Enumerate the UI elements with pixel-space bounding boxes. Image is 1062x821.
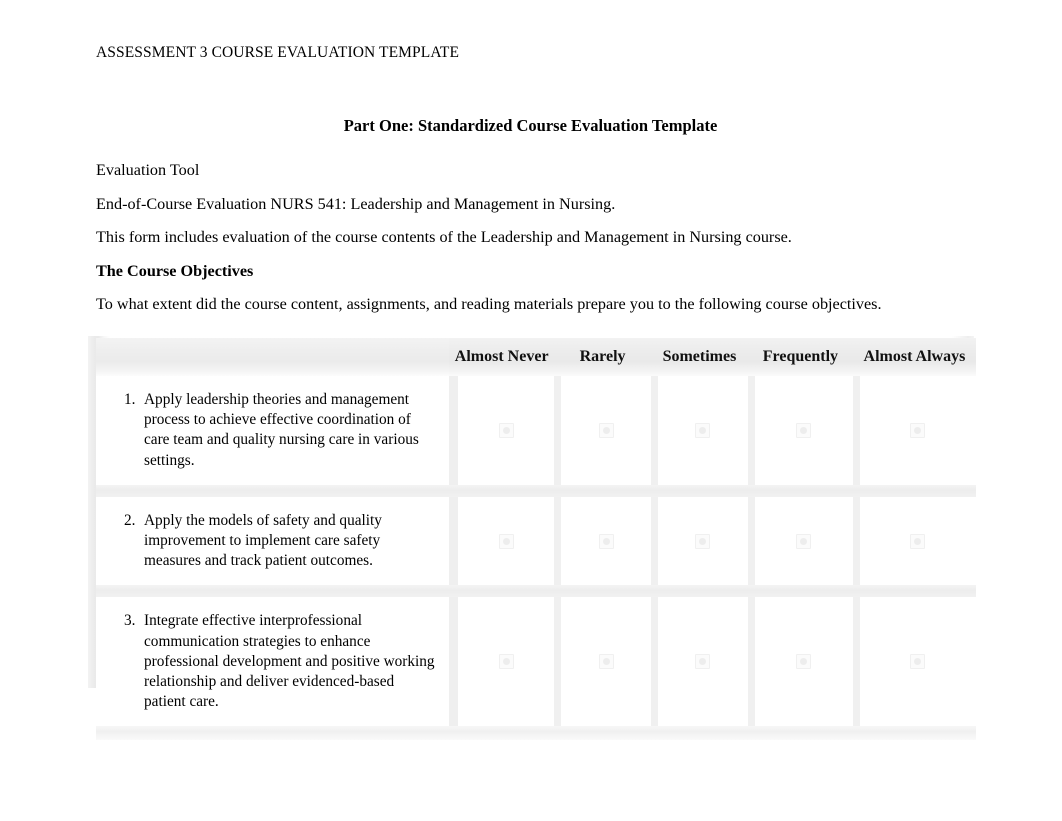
objective-cell-3: 3. Integrate effective interprofessional… [96, 597, 450, 727]
page-title: Part One: Standardized Course Evaluation… [343, 116, 718, 135]
rating-cell-3-frequently[interactable] [747, 597, 853, 727]
rating-cell-3-rarely[interactable] [554, 597, 652, 727]
rating-cell-3-sometimes[interactable] [651, 597, 748, 727]
paragraph-evaluation-tool: Evaluation Tool [96, 160, 200, 179]
row-divider [96, 484, 976, 497]
table-row: 3. Integrate effective interprofessional… [96, 597, 976, 727]
radio-button-icon[interactable] [695, 654, 711, 670]
rating-cell-2-frequently[interactable] [747, 496, 853, 586]
table-header: Almost Never Rarely Sometimes Frequently… [96, 338, 976, 376]
objective-cell-1: 1. Apply leadership theories and managem… [96, 376, 450, 485]
table-header-row: Almost Never Rarely Sometimes Frequently… [96, 338, 976, 376]
objective-number-1: 1. [124, 391, 136, 408]
objective-number-2: 2. [124, 511, 136, 529]
radio-button-icon[interactable] [910, 422, 926, 438]
rating-cell-1-almost-never[interactable] [449, 376, 555, 485]
objective-text-2: Apply the models of safety and quality i… [144, 511, 382, 570]
row-divider [96, 585, 976, 598]
radio-button-icon[interactable] [796, 533, 812, 549]
rating-cell-2-sometimes[interactable] [651, 496, 748, 586]
radio-button-icon[interactable] [796, 422, 812, 438]
objective-number-3: 3. [124, 612, 136, 630]
column-header-almost-never: Almost Never [449, 338, 555, 376]
course-objectives-table: Almost Never Rarely Sometimes Frequently… [96, 338, 976, 741]
radio-button-icon[interactable] [910, 533, 926, 549]
rating-cell-1-rarely[interactable] [554, 376, 652, 485]
radio-button-icon[interactable] [695, 422, 711, 438]
row-divider-fill [96, 585, 976, 598]
rating-cell-1-almost-always[interactable] [852, 376, 976, 485]
radio-button-icon[interactable] [498, 422, 514, 438]
column-header-objective [96, 338, 450, 376]
column-header-rarely: Rarely [554, 338, 652, 376]
objectives-lead-in-text: To what extent did the course content, a… [96, 295, 882, 314]
table-bottom-edge [96, 726, 976, 741]
row-divider-fill [96, 484, 976, 497]
column-header-frequently: Frequently [747, 338, 853, 376]
radio-button-icon[interactable] [796, 654, 812, 670]
paragraph-course-identifier: End-of-Course Evaluation NURS 541: Leade… [96, 194, 616, 213]
rating-cell-3-almost-always[interactable] [852, 597, 976, 727]
document-page: ASSESSMENT 3 COURSE EVALUATION TEMPLATE … [0, 0, 1062, 821]
rating-cell-3-almost-never[interactable] [449, 597, 555, 727]
paragraph-form-description: This form includes evaluation of the cou… [96, 228, 792, 247]
objective-text-1: Apply leadership theories and management… [144, 391, 419, 469]
table-bottom-edge-fill [96, 726, 976, 741]
course-objectives-table-container: Almost Never Rarely Sometimes Frequently… [88, 336, 976, 741]
table-row: 1. Apply leadership theories and managem… [96, 376, 976, 485]
radio-button-icon[interactable] [598, 654, 614, 670]
rating-cell-2-rarely[interactable] [554, 496, 652, 586]
document-body: Part One: Standardized Course Evaluation… [96, 116, 968, 330]
rating-cell-1-frequently[interactable] [747, 376, 853, 485]
objective-text-3: Integrate effective interprofessional co… [144, 612, 435, 711]
radio-button-icon[interactable] [498, 654, 514, 670]
radio-button-icon[interactable] [498, 533, 514, 549]
radio-button-icon[interactable] [598, 422, 614, 438]
radio-button-icon[interactable] [598, 533, 614, 549]
rating-cell-2-almost-never[interactable] [449, 496, 555, 586]
objective-cell-2: 2. Apply the models of safety and qualit… [96, 496, 450, 586]
column-header-sometimes: Sometimes [651, 338, 748, 376]
running-header: ASSESSMENT 3 COURSE EVALUATION TEMPLATE [96, 44, 460, 61]
table-body: 1. Apply leadership theories and managem… [96, 376, 976, 741]
rating-cell-1-sometimes[interactable] [651, 376, 748, 485]
section-heading-course-objectives: The Course Objectives [96, 261, 254, 280]
rating-cell-2-almost-always[interactable] [852, 496, 976, 586]
radio-button-icon[interactable] [910, 654, 926, 670]
table-row: 2. Apply the models of safety and qualit… [96, 496, 976, 586]
radio-button-icon[interactable] [695, 533, 711, 549]
column-header-almost-always: Almost Always [852, 338, 976, 376]
